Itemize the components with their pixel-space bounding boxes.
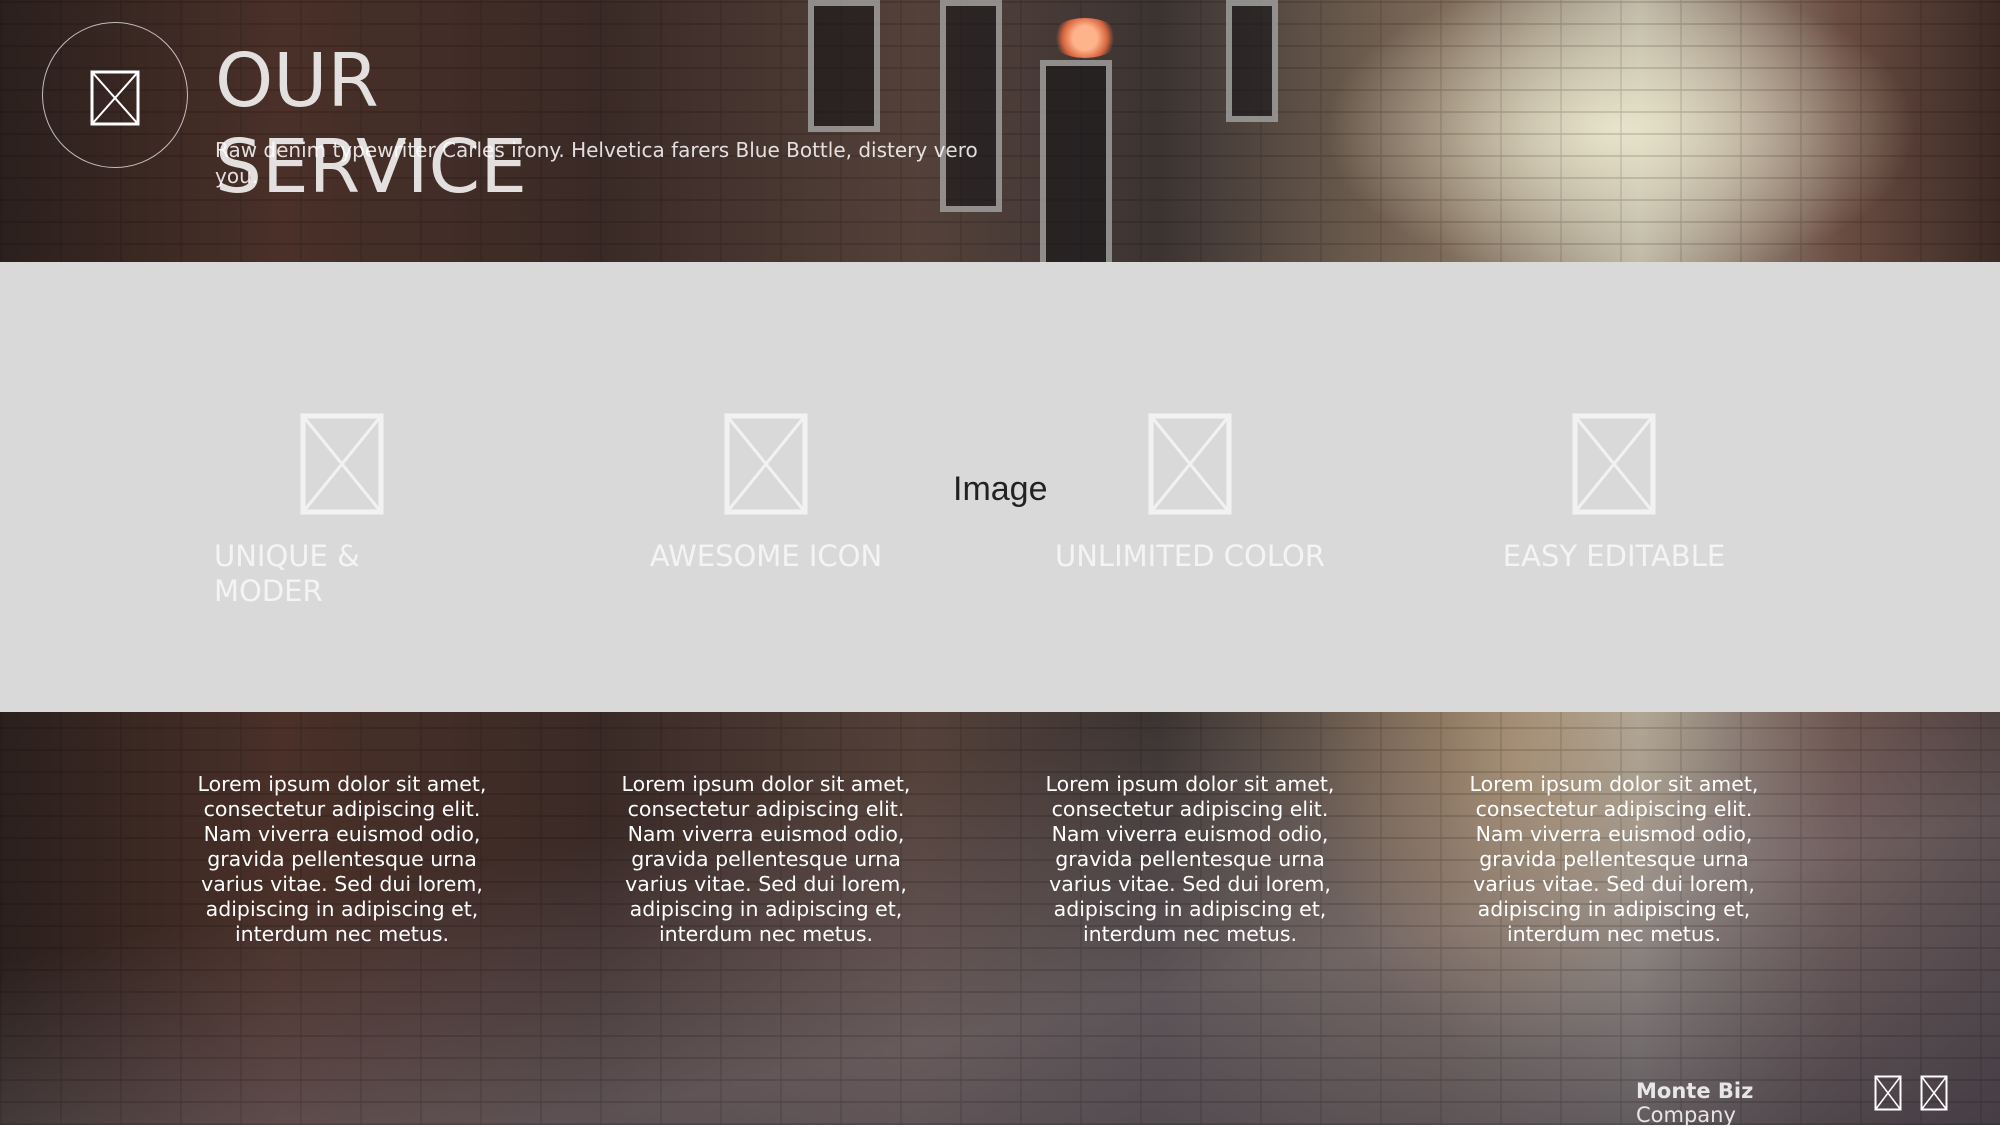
feature-desc-easy: Lorem ipsum dolor sit amet, consectetur … [1469,772,1759,946]
building-window [808,0,880,132]
feature-desc-unique: Lorem ipsum dolor sit amet, consectetur … [197,772,487,946]
feature-title-awesome: AWESOME ICON [649,539,883,573]
brand-sub: Company [1636,1103,1736,1127]
feature-icon-easy [1572,413,1656,515]
page-subtitle: Raw denim typewriter Carles irony. Helve… [215,138,978,188]
feature-desc-unlimited: Lorem ipsum dolor sit amet, consectetur … [1045,772,1335,946]
footer-placeholder-icon [1874,1075,1902,1111]
building-window [1226,0,1278,122]
feature-title-unlimited: UNLIMITED COLOR [1055,539,1325,573]
building-window [1040,60,1112,272]
feature-title-easy: EASY EDITABLE [1502,539,1726,573]
brand-name: Monte Biz [1636,1079,1754,1103]
footer-placeholder-icon [1920,1075,1948,1111]
street-lamp [1050,18,1120,58]
brand-block: Monte Biz Company [1636,1079,1753,1127]
image-placeholder-icon [90,70,140,126]
feature-title-unique: UNIQUE & MODER [214,539,360,608]
feature-icon-awesome [724,413,808,515]
band-label: Image [953,470,1048,508]
feature-icon-unlimited [1148,413,1232,515]
feature-desc-awesome: Lorem ipsum dolor sit amet, consectetur … [621,772,911,946]
feature-icon-unique [300,413,384,515]
